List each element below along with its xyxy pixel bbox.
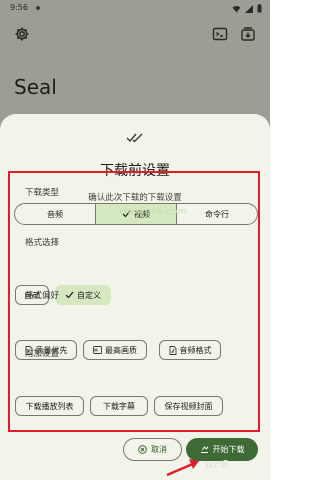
corner-logo: pc6	[205, 458, 229, 471]
section-title-extra: 附加设置	[25, 349, 60, 359]
download-icon	[200, 446, 208, 453]
signal-icon	[245, 4, 253, 13]
chip-download-playlist[interactable]: 下载播放列表	[15, 396, 84, 416]
audio-file-icon	[169, 345, 176, 355]
chip-highest-quality[interactable]: 最高画质	[83, 340, 147, 360]
status-bar: 9:56	[0, 0, 270, 16]
wifi-icon	[232, 5, 241, 12]
download-queue-icon[interactable]	[240, 26, 256, 42]
chip-save-thumbnail[interactable]: 保存视频封面	[154, 396, 223, 416]
red-arrow-icon	[166, 459, 199, 477]
chip-audio-format[interactable]: 音频格式	[159, 340, 221, 360]
section-title-download-type: 下载类型	[25, 188, 60, 198]
check-icon	[65, 291, 74, 299]
segment-command[interactable]: 命令行	[177, 204, 257, 224]
battery-icon	[257, 4, 262, 13]
hd-icon	[93, 346, 102, 354]
double-check-icon	[126, 133, 143, 143]
cancel-circle-icon	[138, 445, 147, 454]
chip-custom[interactable]: 自定义	[55, 285, 111, 305]
chip-download-subtitles[interactable]: 下载字幕	[90, 396, 148, 416]
segment-audio[interactable]: 音频	[15, 204, 96, 224]
status-icons	[232, 4, 262, 13]
download-settings-sheet: 下载前设置 确认此次下载的下载设置 下载类型 音频 视频 命令行 www.pc6…	[0, 114, 270, 480]
status-time: 9:56	[10, 3, 28, 12]
highlight-frame: 下载类型 音频 视频 命令行 www.pc6.com 格式选择 自动 自定义 格…	[8, 171, 260, 432]
app-title: Seal	[14, 75, 57, 99]
section-title-format-select: 格式选择	[25, 238, 60, 248]
watermark: www.pc6.com	[119, 207, 188, 217]
section-title-format-pref: 格式偏好	[25, 291, 60, 301]
notification-dot-icon	[36, 6, 40, 10]
terminal-icon[interactable]	[212, 26, 228, 42]
settings-gear-icon[interactable]	[14, 26, 30, 42]
